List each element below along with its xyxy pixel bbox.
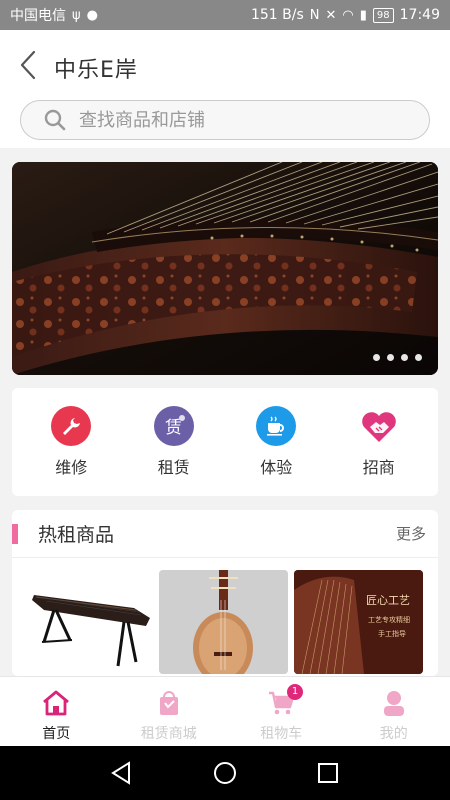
- header: 中乐E岸: [0, 30, 450, 148]
- section-header: 热租商品 更多: [12, 510, 438, 558]
- category-experience[interactable]: 体验: [236, 406, 316, 478]
- status-bar: 中国电信 ψ ● 151 B/s N ✕ ◠ ▮ 98 17:49: [0, 0, 450, 30]
- home-circle-icon[interactable]: [210, 758, 240, 788]
- bottom-tab-bar: 首页 租赁商城 1 租物车 我的: [0, 676, 450, 746]
- carrier-label: 中国电信: [10, 8, 66, 24]
- signal-icon: ▮: [359, 7, 367, 23]
- product-card[interactable]: 匠心工艺 工艺专攻精细 手工指导: [294, 570, 423, 674]
- section-title: 热租商品: [38, 524, 115, 546]
- tab-label: 租赁商城: [140, 726, 197, 742]
- shopping-bag-icon: [159, 691, 178, 715]
- battery-indicator: 98: [372, 7, 394, 23]
- rent-icon: 赁: [153, 406, 194, 446]
- product-card[interactable]: [24, 570, 153, 674]
- product-image: [159, 570, 288, 674]
- carousel-dot[interactable]: [387, 354, 394, 361]
- product-image: 匠心工艺 工艺专攻精细 手工指导: [294, 570, 423, 674]
- category-rent[interactable]: 赁 租赁: [134, 406, 214, 478]
- carousel-dot[interactable]: [415, 354, 422, 361]
- search-input[interactable]: [79, 109, 379, 131]
- clock: 17:49: [399, 7, 440, 23]
- tab-label: 首页: [42, 726, 71, 742]
- tab-label: 租物车: [260, 726, 303, 742]
- recents-square-icon[interactable]: [313, 758, 343, 788]
- home-icon: [43, 690, 70, 716]
- tab-rental-mall[interactable]: 租赁商城: [113, 677, 226, 746]
- category-investment[interactable]: 招商: [339, 406, 419, 478]
- carousel-dots: [373, 354, 422, 361]
- carousel-dot[interactable]: [373, 354, 380, 361]
- carousel-dot[interactable]: [401, 354, 408, 361]
- nfc-icon: N: [309, 7, 320, 23]
- category-label: 维修: [55, 458, 88, 477]
- category-repair[interactable]: 维修: [31, 406, 111, 478]
- mute-icon: ✕: [325, 7, 337, 23]
- coffee-cup-icon: [256, 406, 297, 446]
- tab-label: 我的: [379, 726, 408, 742]
- tab-cart[interactable]: 1 租物车: [225, 677, 338, 746]
- tab-profile[interactable]: 我的: [338, 677, 450, 746]
- category-label: 租赁: [157, 458, 190, 477]
- handshake-heart-icon: [359, 406, 399, 446]
- message-icon: ●: [86, 7, 98, 23]
- usb-icon: ψ: [72, 7, 81, 23]
- back-arrow-icon[interactable]: [16, 48, 40, 82]
- user-icon: [383, 691, 404, 716]
- hot-rentals-section: 热租商品 更多 匠心工艺 工艺专攻精细 手工指导: [12, 510, 438, 676]
- wifi-icon: ◠: [342, 7, 354, 23]
- search-icon: [44, 109, 66, 131]
- more-link[interactable]: 更多: [396, 523, 426, 544]
- svg-text:手工指导: 手工指导: [378, 629, 406, 638]
- product-list: 匠心工艺 工艺专攻精细 手工指导: [12, 558, 438, 674]
- wrench-icon: [51, 406, 92, 446]
- section-accent-bar: [12, 523, 18, 544]
- category-label: 体验: [260, 458, 293, 477]
- product-image: [32, 595, 150, 667]
- product-card[interactable]: [159, 570, 288, 674]
- svg-text:赁: 赁: [165, 418, 182, 438]
- tab-home[interactable]: 首页: [0, 677, 113, 746]
- svg-text:工艺专攻精细: 工艺专攻精细: [368, 615, 410, 624]
- banner-carousel[interactable]: [12, 162, 438, 375]
- search-bar[interactable]: [20, 100, 430, 140]
- category-label: 招商: [362, 458, 395, 477]
- page-title: 中乐E岸: [54, 58, 138, 83]
- banner-image: [12, 162, 438, 375]
- cart-badge: 1: [287, 684, 303, 700]
- system-nav-bar: [0, 746, 450, 800]
- network-speed: 151 B/s: [250, 7, 304, 23]
- back-triangle-icon[interactable]: [107, 758, 137, 788]
- category-grid: 维修 赁 租赁 体验 招商: [12, 388, 438, 496]
- svg-text:匠心工艺: 匠心工艺: [366, 594, 410, 607]
